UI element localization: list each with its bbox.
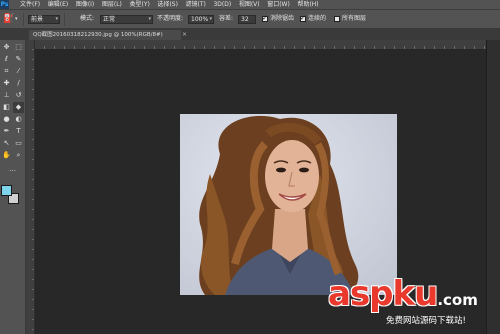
- photoshop-logo: Ps: [0, 0, 9, 9]
- menu-filter[interactable]: 滤镜(T): [182, 0, 210, 9]
- tolerance-input[interactable]: 32: [238, 15, 256, 24]
- horizontal-ruler[interactable]: [35, 40, 500, 49]
- contiguous-checkbox[interactable]: [300, 14, 306, 22]
- vertical-ruler[interactable]: [26, 40, 35, 334]
- eyedropper-icon[interactable]: ⁄: [13, 66, 24, 77]
- marquee-icon[interactable]: ⬚: [13, 42, 24, 53]
- opacity-label: 不透明度:: [157, 15, 184, 22]
- watermark-tld: .com: [437, 291, 478, 309]
- move-icon[interactable]: ✥: [1, 42, 12, 53]
- type-icon[interactable]: T: [13, 126, 24, 137]
- antialias-checkbox[interactable]: [262, 14, 268, 22]
- watermark-tagline: 免费网站源码下载站!: [386, 316, 466, 326]
- pen-icon[interactable]: ✒: [1, 126, 12, 137]
- all-layers-label: 所有图层: [342, 15, 367, 22]
- menu-window[interactable]: 窗口(W): [263, 0, 293, 9]
- shape-icon[interactable]: ▭: [13, 138, 24, 149]
- healing-icon[interactable]: ✚: [1, 78, 12, 89]
- menu-edit[interactable]: 编辑(E): [44, 0, 72, 9]
- eraser-icon[interactable]: ◧: [1, 102, 12, 113]
- tool-preset-chevron-icon[interactable]: ▾: [15, 13, 18, 25]
- mode-value: 正常: [103, 16, 116, 23]
- mode-label: 模式:: [80, 15, 95, 22]
- antialias-label: 消除锯齿: [270, 15, 295, 22]
- contiguous-label: 连续的: [308, 15, 327, 22]
- brush-icon[interactable]: ∕: [13, 78, 24, 89]
- lasso-icon[interactable]: ℓ: [1, 54, 12, 65]
- quick-select-icon[interactable]: ✎: [13, 54, 24, 65]
- chevron-down-icon: ▾: [209, 16, 212, 22]
- paint-bucket-tool-icon[interactable]: ⛽: [3, 13, 14, 25]
- chevron-down-icon: ▾: [55, 16, 58, 22]
- portrait-photo: [199, 115, 359, 295]
- watermark-brand: aspku.com: [328, 276, 478, 318]
- opacity-input[interactable]: 100% ▾: [188, 15, 214, 24]
- opacity-value: 100%: [191, 16, 209, 23]
- document-image[interactable]: [180, 114, 397, 295]
- watermark: aspku.com 免费网站源码下载站!: [328, 276, 500, 334]
- more-tools-icon[interactable]: …: [7, 164, 18, 175]
- zoom-icon[interactable]: ⌕: [13, 150, 24, 161]
- mode-dropdown[interactable]: 正常 ▾: [100, 15, 153, 24]
- menu-3d[interactable]: 3D(D): [210, 0, 235, 9]
- foreground-color-swatch[interactable]: [1, 185, 12, 196]
- photoshop-window: Ps 文件(F) 编辑(E) 图像(I) 图层(L) 类型(Y) 选择(S) 滤…: [0, 0, 500, 334]
- hand-icon[interactable]: ✋: [1, 150, 12, 161]
- options-bar: ⛽ ▾ 前景 ▾ 模式: 正常 ▾ 不透明度: 100% ▾ 容差: 32 消除…: [0, 9, 500, 29]
- path-select-icon[interactable]: ↖: [1, 138, 12, 149]
- fill-source-dropdown[interactable]: 前景 ▾: [28, 15, 60, 24]
- menu-view[interactable]: 视图(V): [235, 0, 263, 9]
- document-tab[interactable]: QQ截图20160318212930.jpg @ 100%(RGB/8#): [29, 30, 181, 40]
- chevron-down-icon: ▾: [148, 16, 151, 22]
- separator: [64, 13, 65, 26]
- menu-image[interactable]: 图像(I): [72, 0, 98, 9]
- close-tab-icon[interactable]: ×: [182, 31, 187, 39]
- menu-file[interactable]: 文件(F): [9, 0, 44, 9]
- watermark-brand-text: aspku: [328, 274, 438, 314]
- paint-bucket-icon[interactable]: ◆: [13, 102, 24, 113]
- menu-help[interactable]: 帮助(H): [294, 0, 323, 9]
- menu-type[interactable]: 类型(Y): [126, 0, 154, 9]
- tolerance-label: 容差:: [219, 15, 234, 22]
- stamp-icon[interactable]: ⊥: [1, 90, 12, 101]
- separator: [23, 13, 24, 26]
- tools-panel: ✥ ⬚ ℓ ✎ ⌗ ⁄ ✚ ∕ ⊥ ↺ ◧ ◆ ● ◐ ✒ T ↖ ▭ ✋ ⌕ …: [0, 40, 26, 334]
- fill-source-value: 前景: [31, 16, 44, 23]
- menu-bar: Ps 文件(F) 编辑(E) 图像(I) 图层(L) 类型(Y) 选择(S) 滤…: [0, 0, 500, 9]
- dodge-icon[interactable]: ◐: [13, 114, 24, 125]
- history-brush-icon[interactable]: ↺: [13, 90, 24, 101]
- menu-layer[interactable]: 图层(L): [98, 0, 126, 9]
- all-layers-checkbox[interactable]: [334, 16, 340, 22]
- menu-select[interactable]: 选择(S): [154, 0, 182, 9]
- blur-icon[interactable]: ●: [1, 114, 12, 125]
- crop-icon[interactable]: ⌗: [1, 66, 12, 77]
- document-tab-bar: QQ截图20160318212930.jpg @ 100%(RGB/8#) ×: [0, 29, 500, 40]
